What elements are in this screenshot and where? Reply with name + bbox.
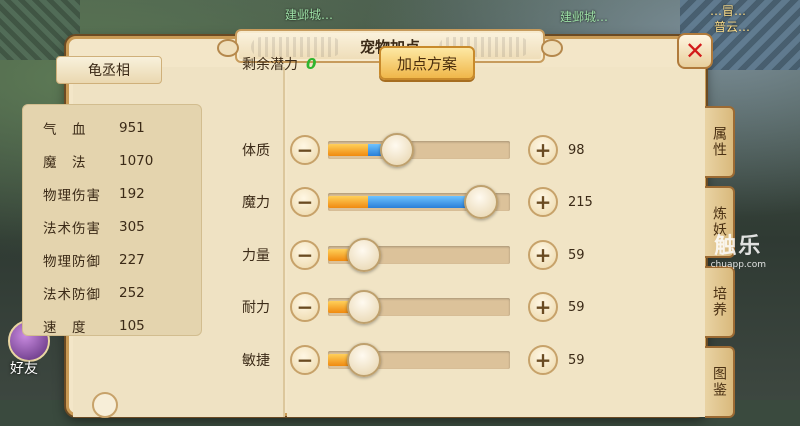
stat-row: 物理防御 227 [23,243,201,276]
stat-row: 魔 法 1070 [23,144,201,177]
attribute-row: 体质 − +98 [242,133,622,167]
slider-knob[interactable] [463,185,498,219]
watermark-url: chuapp.com [710,260,766,270]
stat-label: 气 血 [43,121,87,138]
remaining-potential: 剩余潜力 0 [242,54,316,74]
potential-label: 剩余潜力 [242,57,298,73]
plus-icon: + [534,190,552,214]
stat-row: 物理伤害 192 [23,177,201,210]
pet-stats-list: 气 血 951 魔 法 1070 物理伤害 192 法术伤害 305 物理防御 … [22,104,202,336]
increase-button[interactable]: + [528,345,558,375]
stat-label: 物理防御 [43,253,101,270]
slider-base-fill [328,144,369,156]
stat-row: 法术伤害 305 [23,210,201,243]
stat-label: 速 度 [43,319,87,336]
slider-knob[interactable] [380,133,415,167]
close-button[interactable]: ✕ [677,33,713,69]
pet-name: 龟丞相 [88,63,130,79]
stat-label: 法术防御 [43,286,101,303]
slider-knob[interactable] [347,238,382,272]
decrease-button[interactable]: − [290,187,320,217]
attribute-slider[interactable] [328,343,510,377]
attribute-label: 体质 [242,143,270,159]
attribute-slider[interactable] [328,290,510,324]
decrease-button[interactable]: − [290,345,320,375]
plus-icon: + [534,295,552,319]
stat-label: 物理伤害 [43,187,101,204]
increase-button[interactable]: + [528,292,558,322]
scroll-indicator-icon [92,392,118,418]
close-icon: ✕ [684,37,706,65]
decrease-button[interactable]: − [290,240,320,270]
attribute-value: 98 [568,142,585,158]
attribute-value: 59 [568,299,585,315]
attribute-label: 耐力 [242,300,270,316]
minus-icon: − [296,243,314,267]
increase-button[interactable]: + [528,240,558,270]
stat-row: 气 血 951 [23,111,201,144]
attribute-row: 耐力 − +59 [242,290,622,324]
stat-value: 305 [119,218,145,235]
decrease-button[interactable]: − [290,292,320,322]
potential-value: 0 [306,55,317,73]
background-npc-label: 普云… [714,20,751,34]
stat-label: 魔 法 [43,154,87,171]
pet-name-plate: 龟丞相 [56,56,162,84]
attribute-slider[interactable] [328,185,510,219]
increase-button[interactable]: + [528,135,558,165]
attribute-label: 力量 [242,248,270,264]
tab-cultivate[interactable]: 培养 [705,266,735,338]
minus-icon: − [296,295,314,319]
plus-icon: + [534,138,552,162]
stat-value: 227 [119,251,145,268]
attribute-label: 魔力 [242,195,270,211]
increase-button[interactable]: + [528,187,558,217]
background-npc-label: 建邺城… [285,8,334,22]
attribute-value: 59 [568,352,585,368]
watermark-logo: 触乐 [714,234,763,259]
decrease-button[interactable]: − [290,135,320,165]
plus-icon: + [534,243,552,267]
attribute-value: 215 [568,194,593,210]
background-npc-label: …冒… [710,4,747,18]
stat-row: 速 度 105 [23,309,201,342]
plus-icon: + [534,348,552,372]
attribute-row: 魔力 − +215 [242,185,622,219]
attribute-slider[interactable] [328,238,510,272]
attribute-label: 敏捷 [242,353,270,369]
minus-icon: − [296,348,314,372]
attribute-slider[interactable] [328,133,510,167]
points-scheme-label: 加点方案 [396,54,457,73]
minus-icon: − [296,190,314,214]
background-npc-label: 建邺城… [560,10,609,24]
slider-base-fill [328,196,369,208]
stat-label: 法术伤害 [43,220,101,237]
stat-value: 951 [119,119,145,136]
site-watermark: 触乐 chuapp.com [711,228,766,270]
tab-attributes[interactable]: 属性 [705,106,735,178]
attribute-row: 敏捷 − +59 [242,343,622,377]
attribute-row: 力量 − +59 [242,238,622,272]
stat-row: 法术防御 252 [23,276,201,309]
attribute-value: 59 [568,247,585,263]
stat-value: 252 [119,284,145,301]
minus-icon: − [296,138,314,162]
stat-value: 192 [119,185,145,202]
slider-knob[interactable] [347,290,382,324]
stat-value: 105 [119,317,145,334]
points-scheme-button[interactable]: 加点方案 [379,46,475,80]
tab-handbook[interactable]: 图鉴 [705,346,735,418]
slider-knob[interactable] [347,343,382,377]
stat-value: 1070 [119,152,154,169]
friend-label: 好友 [10,361,38,377]
